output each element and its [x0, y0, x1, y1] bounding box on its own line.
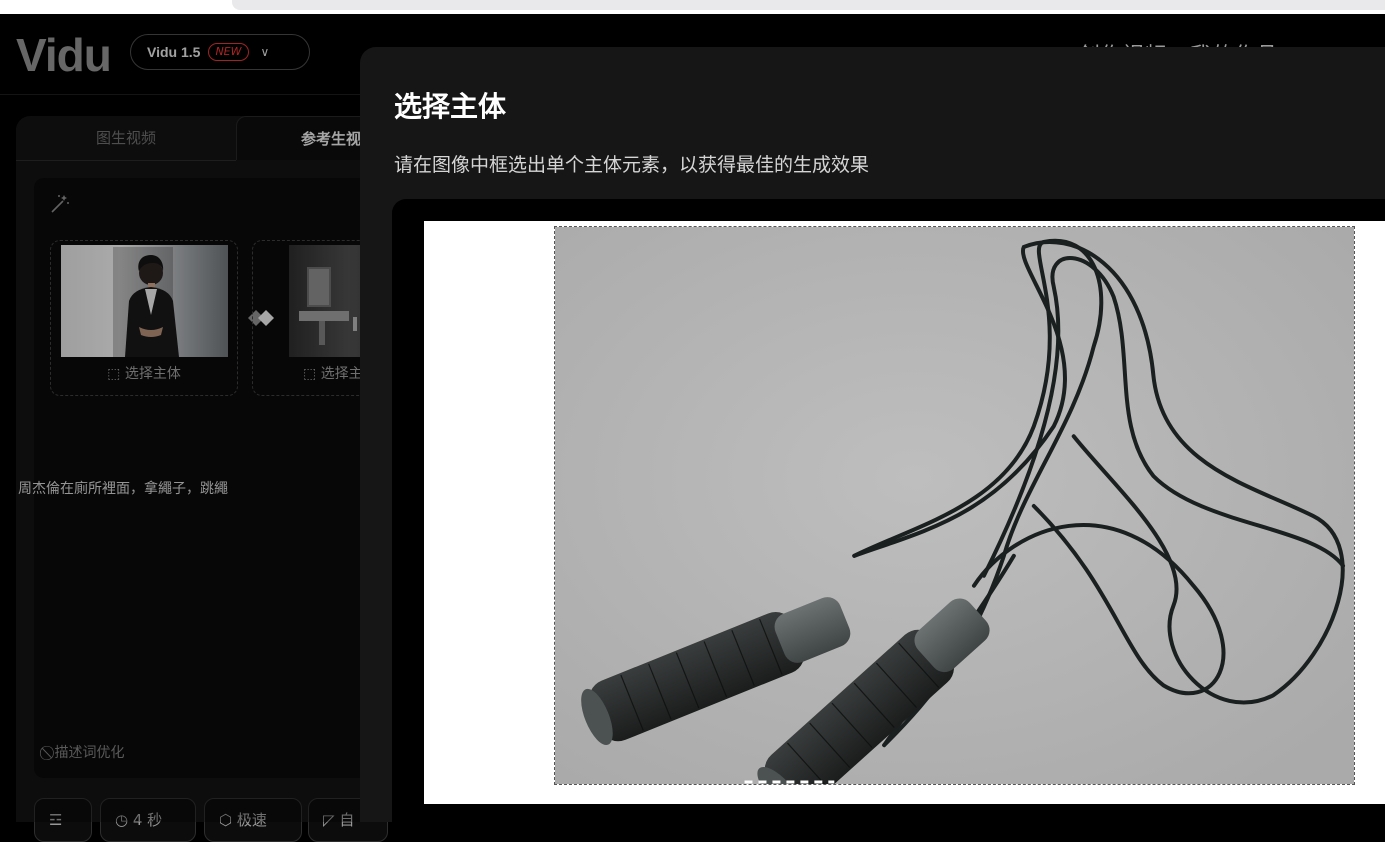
uploaded-image: [424, 221, 1385, 804]
jump-rope-image: [555, 227, 1354, 784]
address-bar-edge: [232, 0, 1385, 10]
select-subject-modal: 选择主体 请在图像中框选出单个主体元素，以获得最佳的生成效果: [360, 47, 1385, 822]
selection-box[interactable]: [554, 226, 1355, 785]
modal-subtitle: 请在图像中框选出单个主体元素，以获得最佳的生成效果: [394, 154, 870, 176]
browser-top-strip: [0, 0, 1385, 14]
image-canvas: [392, 199, 1385, 822]
modal-title: 选择主体: [394, 90, 507, 123]
modal-backdrop[interactable]: [0, 14, 360, 822]
